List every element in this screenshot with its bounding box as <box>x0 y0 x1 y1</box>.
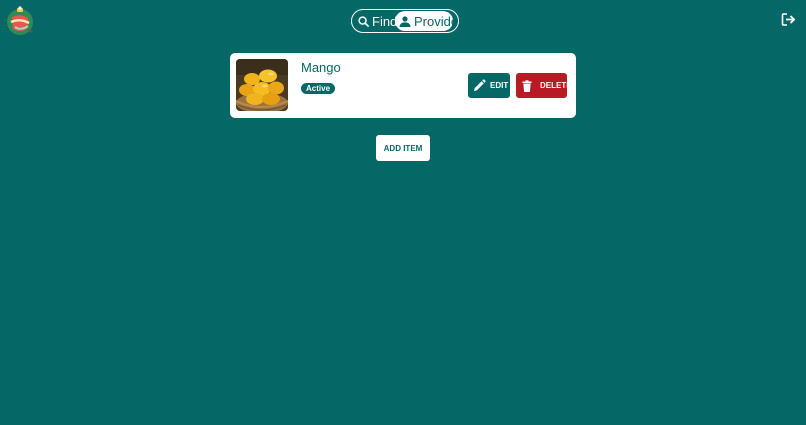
delete-button[interactable]: DELETE <box>516 73 572 98</box>
find-tab-label: Find <box>372 13 398 29</box>
user-icon <box>399 15 411 27</box>
provide-tab-label: Provide <box>414 13 459 29</box>
trash-icon <box>522 79 532 92</box>
item-image <box>236 59 288 111</box>
status-badge: Active <box>301 83 336 94</box>
edit-button[interactable]: EDIT <box>468 73 510 98</box>
edit-button-label: EDIT <box>490 81 509 90</box>
app-logo[interactable] <box>5 5 35 36</box>
holiday-gift-ornament-logo-icon <box>7 6 33 35</box>
mode-toggle: Find Provide <box>351 9 459 33</box>
provide-tab[interactable]: Provide <box>395 11 458 31</box>
logout-icon <box>781 13 796 26</box>
item-card: Mango Active EDIT DELETE <box>230 53 576 118</box>
delete-button-label: DELETE <box>540 81 572 90</box>
logout-button[interactable] <box>781 12 796 27</box>
add-item-button[interactable]: ADD ITEM <box>376 135 430 161</box>
find-tab[interactable]: Find <box>353 11 398 31</box>
search-icon <box>358 15 369 27</box>
mango-photo-icon <box>236 59 288 111</box>
pencil-icon <box>474 78 486 91</box>
item-name: Mango <box>301 60 341 75</box>
